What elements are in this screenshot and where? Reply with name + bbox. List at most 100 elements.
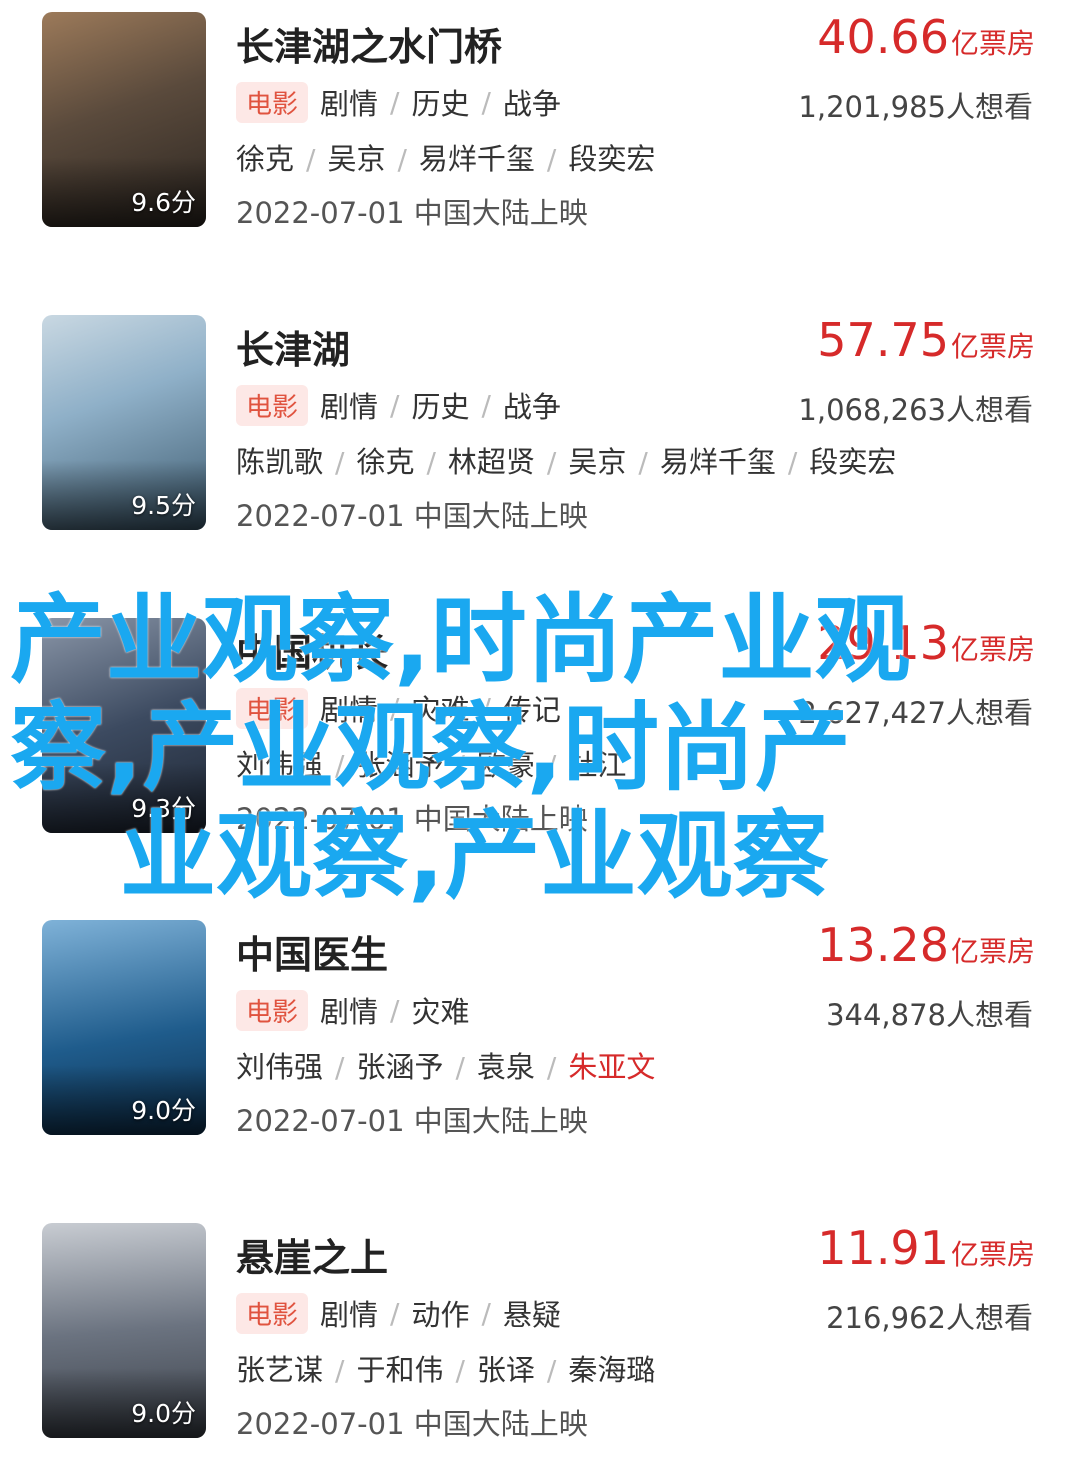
cast-member: 于和伟 (356, 1353, 444, 1387)
genre: 悬疑 (502, 1298, 561, 1332)
box-office-value: 40.66 (817, 10, 949, 64)
movie-poster[interactable]: 9.5分 (42, 315, 206, 530)
cast-member: 张译 (476, 1353, 535, 1387)
cast-member: 段奕宏 (809, 445, 897, 479)
separator: / (335, 446, 345, 479)
release-info: 2022-07-01 中国大陆上映 (236, 499, 588, 533)
separator: / (390, 691, 400, 725)
movie-score: 9.0分 (131, 1399, 196, 1428)
cast-member: 易烊千玺 (418, 142, 535, 176)
cast-list: 刘伟强 / 张涵予 / 袁泉 / 朱亚文 (236, 1044, 655, 1086)
movie-score: 9.0分 (131, 1096, 196, 1125)
box-office-unit: 亿票房 (950, 330, 1035, 363)
want-to-see-count: 344,878人想看 (826, 998, 1033, 1032)
movie-tags: 电影 剧情 / 灾难 / 传记 (236, 687, 561, 729)
want-to-see-count: 1,201,985人想看 (798, 90, 1033, 124)
genre: 战争 (502, 87, 561, 121)
separator: / (546, 1354, 557, 1387)
separator: / (546, 143, 557, 176)
movie-poster[interactable]: 9.3分 (42, 618, 206, 833)
movie-title[interactable]: 悬崖之上 (236, 1227, 388, 1282)
movie-title[interactable]: 长津湖 (236, 319, 350, 374)
type-badge: 电影 (236, 81, 309, 123)
box-office-unit: 亿票房 (950, 935, 1035, 968)
cast-member: 吴京 (327, 142, 386, 176)
movie-poster[interactable]: 9.6分 (42, 12, 206, 227)
box-office-value: 29.13 (817, 616, 949, 670)
cast-member: 欧豪 (476, 748, 535, 782)
genre: 剧情 (320, 995, 379, 1029)
box-office: 57.75亿票房 (817, 313, 1035, 367)
genre: 动作 (411, 1298, 470, 1332)
movie-card[interactable]: 9.0分 悬崖之上 11.91亿票房 电影 剧情 / 动作 / 悬疑 216,9… (0, 1211, 1079, 1466)
cast-member: 张艺谋 (236, 1353, 324, 1387)
separator: / (481, 388, 491, 422)
separator: / (787, 446, 798, 479)
movie-score: 9.5分 (131, 491, 196, 520)
movie-tags: 电影 剧情 / 动作 / 悬疑 (236, 1292, 561, 1334)
separator: / (546, 1051, 557, 1084)
separator: / (390, 85, 400, 119)
cast-member: 秦海璐 (568, 1353, 656, 1387)
cast-member-highlighted[interactable]: 朱亚文 (568, 1050, 655, 1084)
cast-member: 刘伟强 (236, 1050, 324, 1084)
movie-poster[interactable]: 9.0分 (42, 920, 206, 1135)
cast-member: 张涵予 (356, 1050, 444, 1084)
separator: / (426, 446, 436, 479)
want-to-see-count: 1,068,263人想看 (798, 393, 1033, 427)
genre: 历史 (411, 390, 470, 424)
box-office-value: 57.75 (817, 313, 949, 367)
cast-list: 徐克 / 吴京 / 易烊千玺 / 段奕宏 (236, 136, 655, 178)
genre: 战争 (502, 390, 561, 424)
movie-tags: 电影 剧情 / 历史 / 战争 (236, 81, 561, 123)
movie-title[interactable]: 中国医生 (236, 924, 388, 979)
separator: / (638, 446, 648, 479)
separator: / (390, 1296, 400, 1330)
movie-score: 9.6分 (131, 188, 196, 217)
want-to-see-count: 2,627,427人想看 (798, 696, 1033, 730)
movie-tags: 电影 剧情 / 灾难 (236, 989, 470, 1031)
separator: / (481, 691, 491, 725)
type-badge: 电影 (236, 1292, 309, 1334)
movie-poster[interactable]: 9.0分 (42, 1223, 206, 1438)
separator: / (546, 749, 557, 782)
cast-list: 刘伟强 / 张涵予 / 欧豪 / 杜江 (236, 742, 626, 784)
release-info: 2022-07-01 中国大陆上映 (236, 802, 588, 836)
type-badge: 电影 (236, 989, 309, 1031)
genre: 剧情 (320, 1298, 379, 1332)
genre: 历史 (411, 87, 470, 121)
genre: 灾难 (411, 995, 470, 1029)
cast-member: 林超贤 (447, 445, 535, 479)
cast-member: 陈凯歌 (236, 445, 324, 479)
separator: / (455, 1354, 465, 1387)
genre: 灾难 (411, 693, 470, 727)
movie-title[interactable]: 长津湖之水门桥 (236, 16, 502, 71)
release-info: 2022-07-01 中国大陆上映 (236, 1407, 588, 1441)
separator: / (306, 143, 316, 176)
cast-member: 易烊千玺 (659, 445, 776, 479)
box-office: 11.91亿票房 (817, 1221, 1035, 1275)
cast-member: 徐克 (356, 445, 415, 479)
separator: / (335, 1051, 345, 1084)
movie-card[interactable]: 9.5分 长津湖 57.75亿票房 电影 剧情 / 历史 / 战争 1,068,… (0, 303, 1079, 603)
movie-tags: 电影 剧情 / 历史 / 战争 (236, 384, 561, 426)
movie-score: 9.3分 (131, 794, 196, 823)
separator: / (390, 993, 400, 1027)
movie-card[interactable]: 9.6分 长津湖之水门桥 40.66亿票房 电影 剧情 / 历史 / 战争 1,… (0, 0, 1079, 300)
cast-member: 杜江 (568, 748, 627, 782)
release-info: 2022-07-01 中国大陆上映 (236, 1104, 588, 1138)
separator: / (455, 1051, 465, 1084)
movie-title[interactable]: 中国机长 (236, 622, 388, 677)
movie-card[interactable]: 9.3分 中国机长 29.13亿票房 电影 剧情 / 灾难 / 传记 2,627… (0, 606, 1079, 906)
cast-member: 吴京 (568, 445, 627, 479)
box-office-unit: 亿票房 (950, 1238, 1035, 1271)
box-office-value: 13.28 (817, 918, 949, 972)
cast-member: 张涵予 (356, 748, 444, 782)
separator: / (546, 446, 557, 479)
cast-list: 陈凯歌 / 徐克 / 林超贤 / 吴京 / 易烊千玺 / 段奕宏 (236, 439, 896, 481)
movie-card[interactable]: 9.0分 中国医生 13.28亿票房 电影 剧情 / 灾难 344,878人想看… (0, 908, 1079, 1208)
box-office-value: 11.91 (817, 1221, 949, 1275)
genre: 传记 (502, 693, 561, 727)
type-badge: 电影 (236, 687, 309, 729)
separator: / (390, 388, 400, 422)
